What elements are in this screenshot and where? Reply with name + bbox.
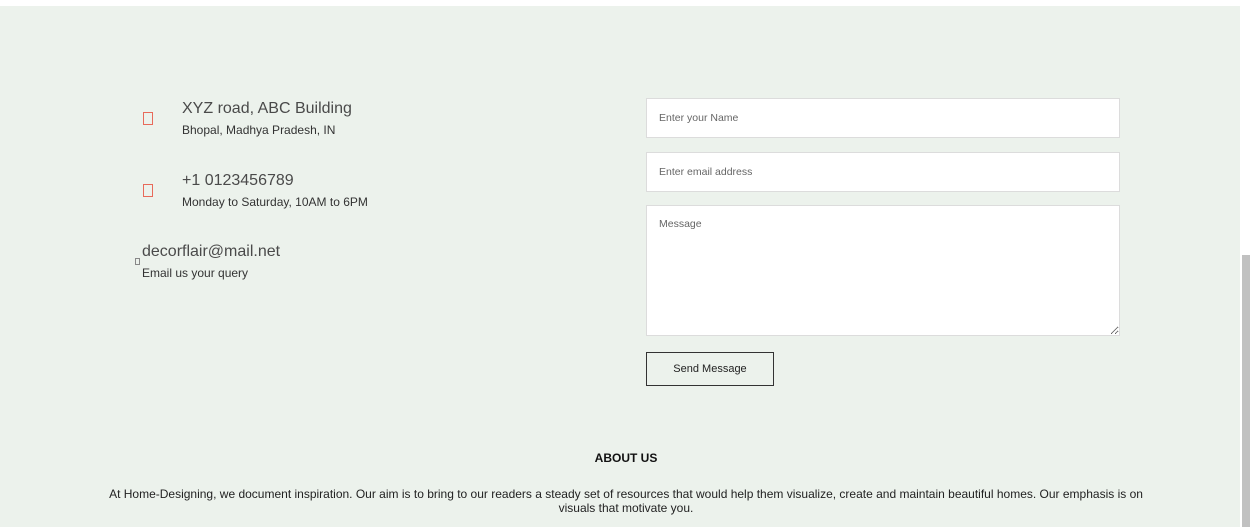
scrollbar-thumb[interactable] — [1242, 255, 1250, 527]
about-heading: ABOUT US — [594, 451, 658, 465]
email-icon — [135, 258, 140, 265]
phone-subtitle: Monday to Saturday, 10AM to 6PM — [182, 195, 368, 209]
send-message-button[interactable]: Send Message — [646, 352, 774, 386]
about-text: At Home-Designing, we document inspirati… — [109, 487, 1143, 515]
email-input[interactable] — [646, 152, 1120, 192]
message-textarea[interactable] — [646, 205, 1120, 336]
email-title[interactable]: decorflair@mail.net — [142, 243, 280, 261]
map-marker-icon — [143, 112, 153, 125]
name-input[interactable] — [646, 98, 1120, 138]
email-subtitle: Email us your query — [142, 266, 249, 280]
address-title: XYZ road, ABC Building — [182, 100, 352, 117]
phone-icon — [143, 184, 153, 197]
phone-title: +1 0123456789 — [182, 172, 294, 189]
address-subtitle: Bhopal, Madhya Pradesh, IN — [182, 123, 336, 137]
scrollbar-track[interactable] — [1240, 0, 1252, 527]
